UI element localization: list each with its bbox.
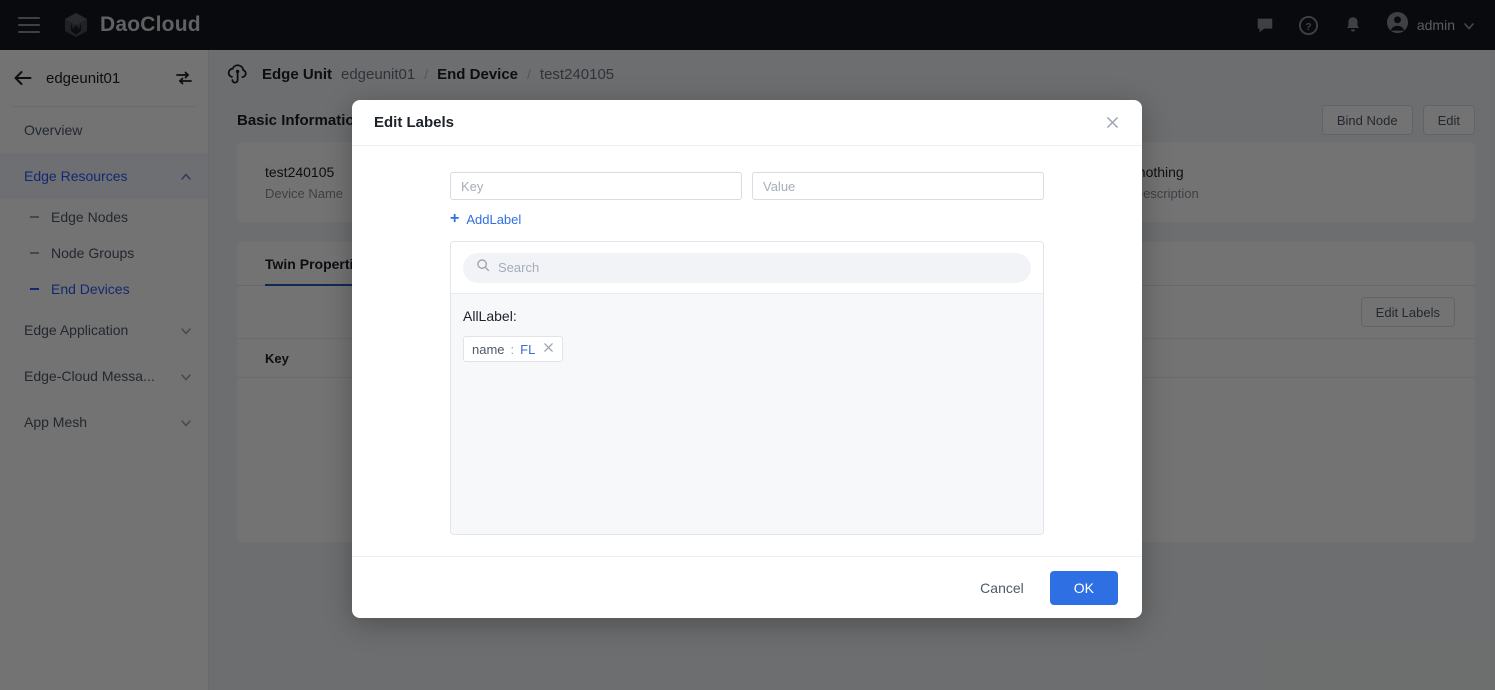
add-label-text: AddLabel	[466, 212, 521, 227]
label-tag-key: name	[472, 342, 505, 357]
close-icon[interactable]	[1102, 113, 1122, 133]
search-input[interactable]	[498, 260, 1018, 275]
all-label-heading: AllLabel:	[463, 308, 1031, 324]
search-icon	[476, 258, 490, 277]
plus-icon: +	[450, 211, 459, 227]
label-input-row	[450, 172, 1092, 200]
label-key-input[interactable]	[450, 172, 742, 200]
close-icon[interactable]	[543, 342, 554, 356]
search-bar	[451, 242, 1043, 294]
label-tag-separator: :	[511, 342, 515, 357]
label-tag-list: name : FL	[463, 336, 1031, 362]
ok-button[interactable]: OK	[1050, 571, 1118, 605]
add-label-button[interactable]: + AddLabel	[450, 211, 521, 227]
cancel-button[interactable]: Cancel	[966, 572, 1038, 604]
search-pill[interactable]	[463, 253, 1031, 283]
label-list-body: AllLabel: name : FL	[451, 294, 1043, 534]
dialog-footer: Cancel OK	[352, 556, 1142, 618]
label-list-box: AllLabel: name : FL	[450, 241, 1044, 535]
label-value-input[interactable]	[752, 172, 1044, 200]
app-root: DaoCloud ?	[0, 0, 1495, 690]
label-tag-value: FL	[520, 342, 535, 357]
label-tag: name : FL	[463, 336, 563, 362]
edit-labels-dialog: Edit Labels + AddLabel	[352, 100, 1142, 618]
dialog-body: + AddLabel AllL	[352, 146, 1142, 556]
dialog-title: Edit Labels	[374, 114, 454, 131]
dialog-header: Edit Labels	[352, 100, 1142, 146]
